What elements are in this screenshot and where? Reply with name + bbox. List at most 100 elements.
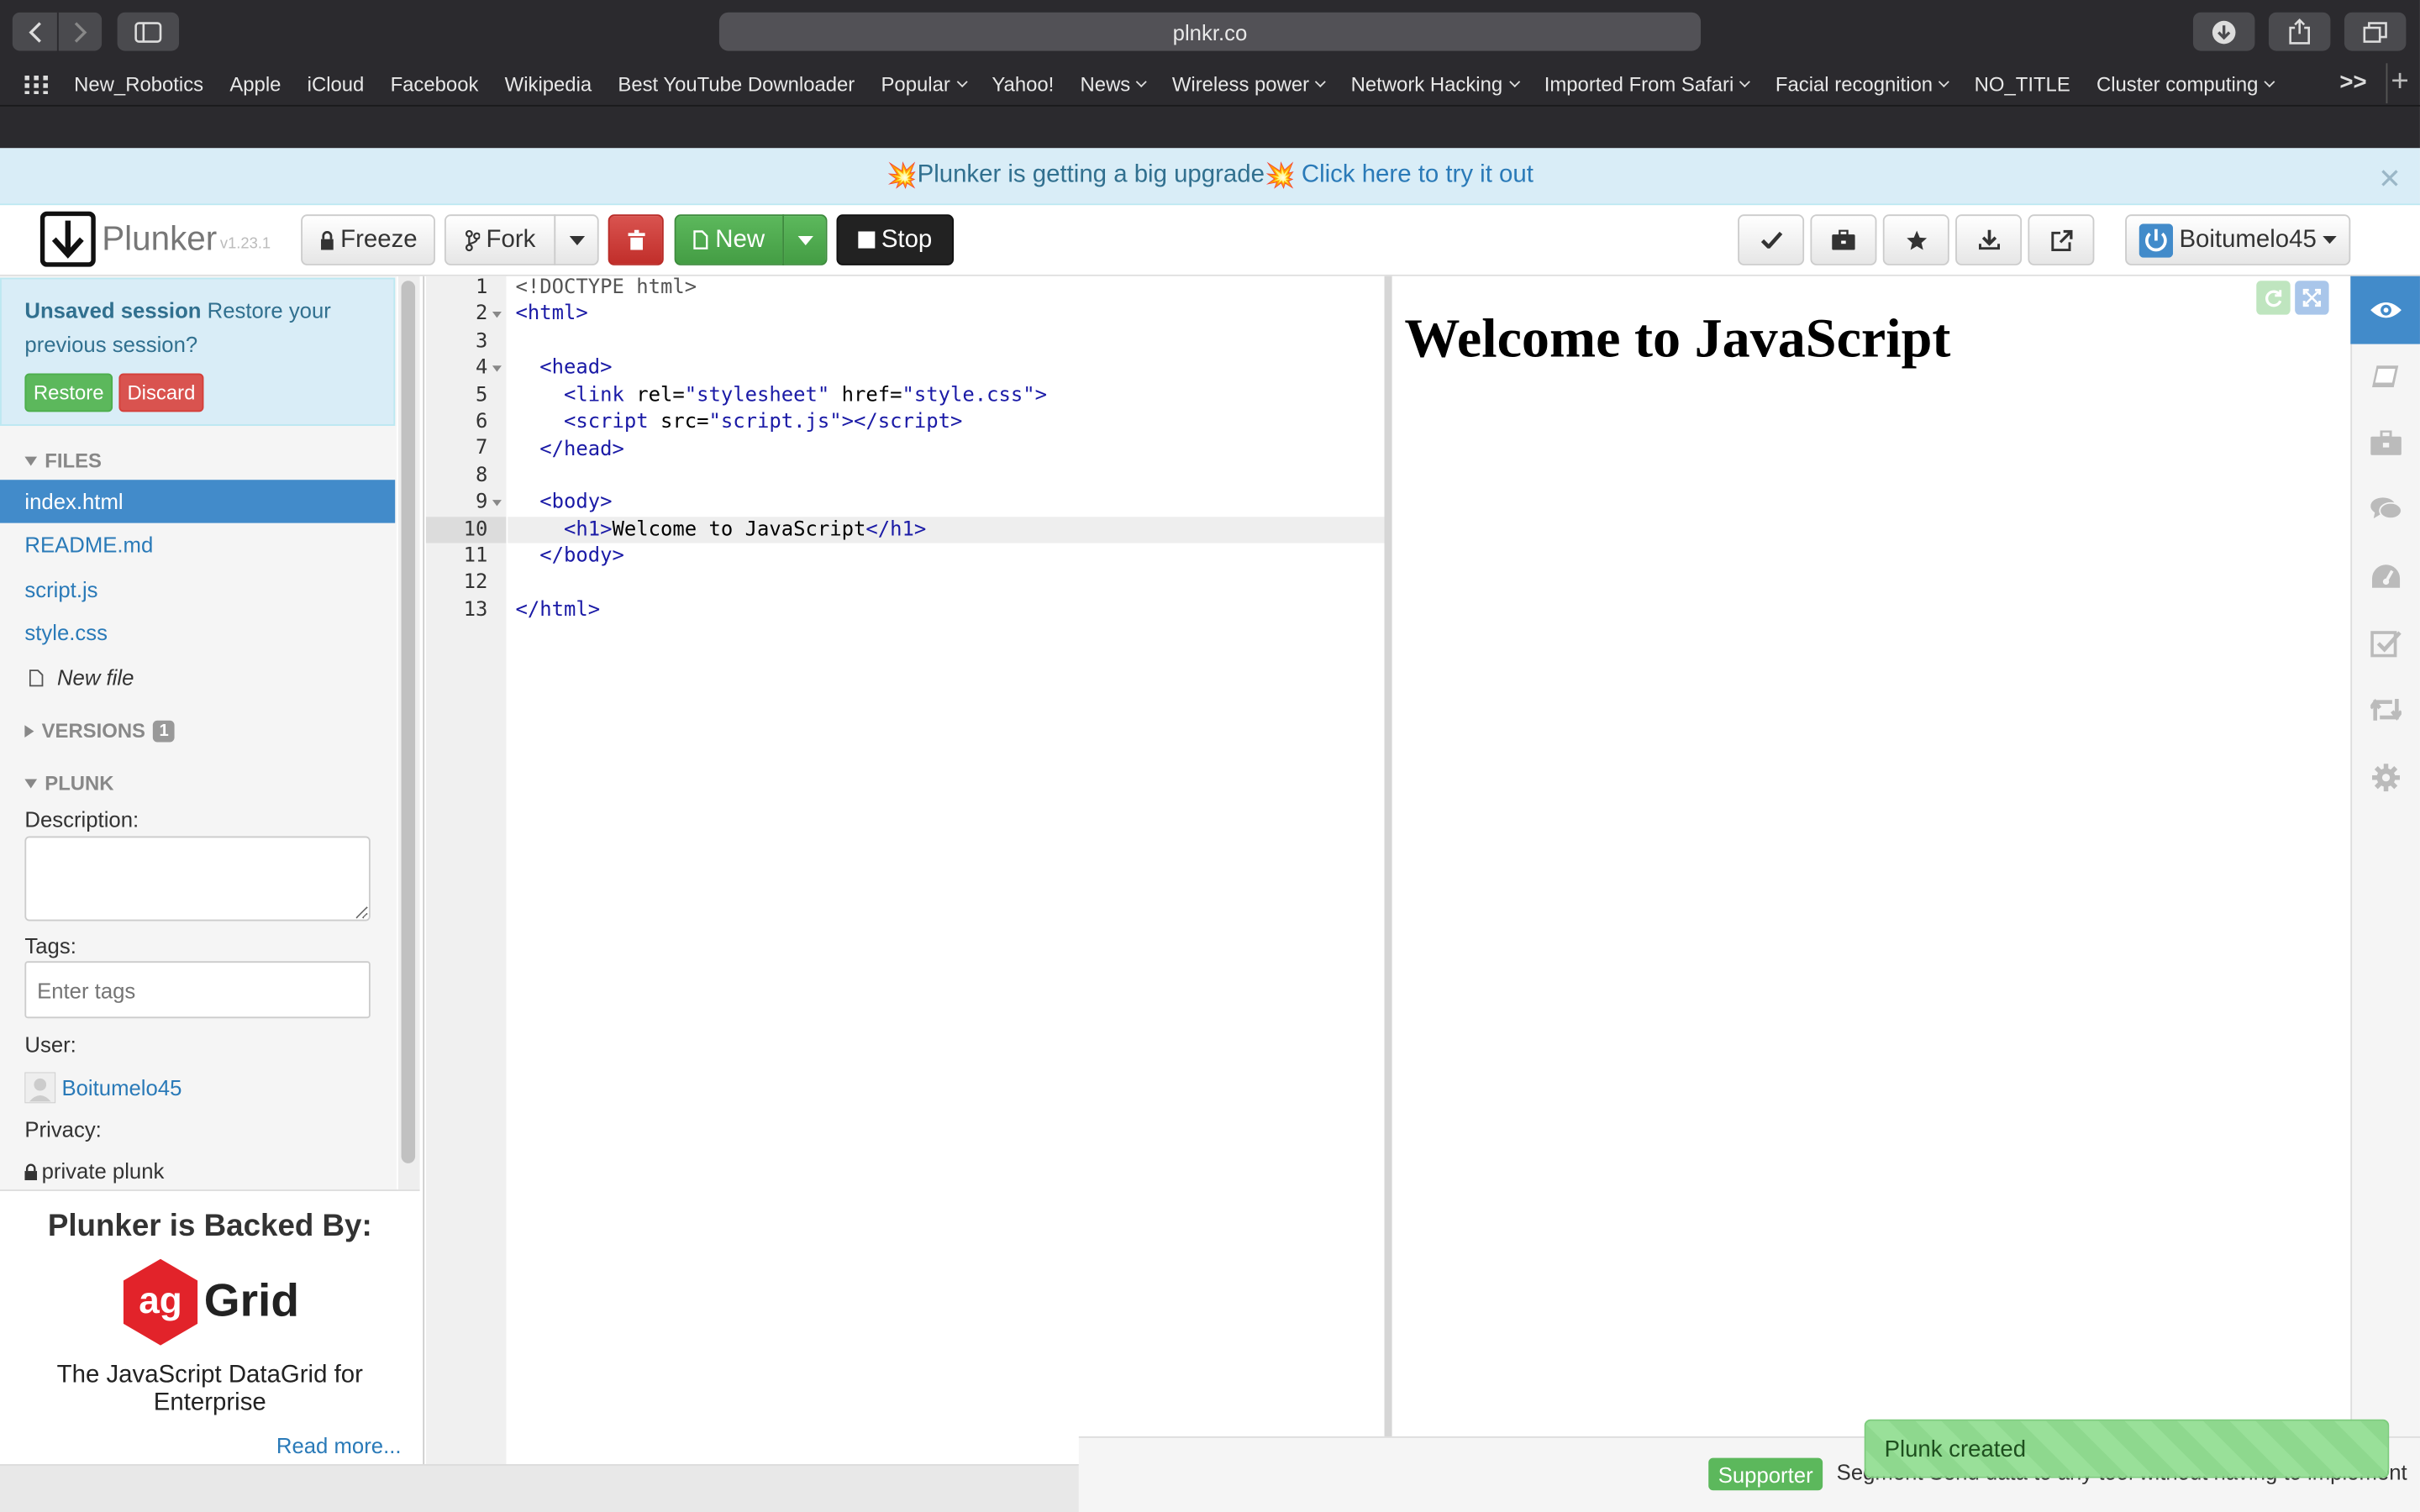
expand-icon (2302, 288, 2322, 307)
code-line: <!DOCTYPE html> (515, 276, 697, 300)
privacy-text: private plunk (41, 1158, 165, 1184)
user-menu-button[interactable]: Boitumelo45 (2125, 214, 2351, 265)
ag-grid-logo[interactable]: ag Grid (0, 1257, 420, 1347)
tabs-overview-button[interactable] (2344, 12, 2407, 51)
forward-button[interactable] (56, 12, 103, 51)
versions-badge: 1 (153, 719, 176, 742)
fold-icon[interactable] (492, 312, 502, 318)
history-panel-tab[interactable] (2350, 675, 2420, 743)
supporter-badge[interactable]: Supporter (1708, 1457, 1823, 1491)
sidebar-toggle-button[interactable] (117, 12, 180, 51)
share-button[interactable] (2268, 12, 2331, 51)
stop-button[interactable]: Stop (836, 214, 955, 265)
tags-input[interactable] (24, 961, 371, 1019)
fork-button[interactable]: Fork (444, 214, 556, 265)
logo-text: Plunker (102, 218, 218, 258)
bookmark-item[interactable]: Popular (881, 72, 968, 96)
chevron-down-icon (1136, 76, 1148, 87)
address-bar[interactable]: plnkr.co (718, 12, 1702, 51)
docs-panel-tab[interactable] (2350, 343, 2420, 411)
sidebar-scroll-thumb[interactable] (401, 281, 416, 1163)
grid-icon[interactable] (24, 75, 49, 94)
restore-button[interactable]: Restore (24, 373, 113, 412)
bookmark-label: Facebook (390, 72, 479, 96)
plunk-section-header[interactable]: PLUNK (24, 771, 114, 795)
file-item-index[interactable]: index.html (0, 480, 396, 523)
dashboard-panel-tab[interactable] (2350, 543, 2420, 612)
discard-button[interactable]: Discard (118, 373, 204, 412)
bookmark-label: Imported From Safari (1544, 72, 1734, 96)
plunk-header-label: PLUNK (45, 771, 114, 795)
chevron-down-icon (2264, 76, 2275, 87)
bookmark-item[interactable]: Facial recognition (1776, 72, 1950, 96)
new-tab-button[interactable]: + (2387, 65, 2412, 100)
save-button[interactable] (1738, 214, 1805, 265)
banner-link[interactable]: Click here to try it out (1302, 162, 1534, 190)
file-item-readme[interactable]: README.md (0, 523, 395, 566)
ag-grid-logo-mark: ag (124, 1258, 198, 1346)
file-item-script[interactable]: script.js (0, 568, 395, 611)
avatar (24, 1072, 56, 1104)
check-square-icon (2370, 631, 2401, 658)
launch-preview-button[interactable] (2028, 214, 2095, 265)
line-number: 11 (463, 544, 488, 568)
code-line: </body> (539, 544, 624, 568)
bookmark-item[interactable]: iCloud (308, 72, 365, 96)
bookmark-item[interactable]: NO_TITLE (1975, 72, 2070, 96)
bookmark-item[interactable]: New_Robotics (74, 72, 203, 96)
close-icon[interactable]: ✕ (2378, 164, 2402, 197)
retweet-icon (2370, 698, 2401, 721)
fold-icon[interactable] (492, 500, 502, 507)
power-icon (2139, 223, 2174, 257)
bookmarks-overflow[interactable]: >> (2339, 70, 2366, 96)
files-header-label: FILES (45, 449, 102, 473)
tasks-panel-tab[interactable] (2350, 609, 2420, 677)
line-number: 12 (463, 571, 488, 595)
description-field[interactable] (24, 836, 371, 921)
unsaved-title: Unsaved session (24, 297, 202, 323)
bookmark-item[interactable]: Cluster computing (2096, 72, 2275, 96)
line-number: 2 (476, 302, 488, 327)
file-item-style[interactable]: style.css (0, 611, 395, 654)
plunker-logo[interactable]: Plunker v1.23.1 (39, 211, 271, 267)
new-dropdown-button[interactable] (782, 214, 828, 265)
freeze-button[interactable]: Freeze (301, 214, 435, 265)
bookmark-item[interactable]: Best YouTube Downloader (618, 72, 855, 96)
privacy-value: private plunk (24, 1158, 165, 1184)
preview-panel-tab[interactable] (2350, 276, 2420, 344)
files-section-header[interactable]: FILES (24, 449, 102, 472)
plunk-created-toast[interactable]: Plunk created (1864, 1419, 2390, 1478)
pane-resizer[interactable] (1384, 276, 1392, 1465)
settings-panel-tab[interactable] (2350, 743, 2420, 811)
star-button[interactable] (1882, 214, 1949, 265)
bookmark-item[interactable]: Wikipedia (505, 72, 592, 96)
delete-button[interactable] (608, 214, 664, 265)
fork-dropdown-button[interactable] (554, 214, 599, 265)
back-button[interactable] (12, 12, 57, 51)
versions-section-header[interactable]: VERSIONS 1 (24, 719, 176, 742)
toolbox-panel-tab[interactable] (2350, 409, 2420, 477)
download-button[interactable] (1955, 214, 2023, 265)
fullscreen-preview-button[interactable] (2295, 281, 2329, 315)
toolbox-button[interactable] (1810, 214, 1877, 265)
new-button[interactable]: New (674, 214, 785, 265)
plunk-user[interactable]: Boitumelo45 (24, 1072, 182, 1104)
caret-down-icon (24, 455, 38, 465)
new-file-button[interactable]: New file (29, 665, 134, 690)
refresh-preview-button[interactable] (2256, 281, 2291, 315)
bookmark-item[interactable]: Imported From Safari (1544, 72, 1751, 96)
fold-icon[interactable] (492, 365, 502, 372)
bookmark-label: NO_TITLE (1974, 72, 2070, 96)
bookmark-item[interactable]: Network Hacking (1350, 72, 1520, 96)
line-number: 9 (476, 491, 488, 514)
read-more-link[interactable]: Read more... (0, 1433, 402, 1457)
bookmark-item[interactable]: Facebook (391, 72, 479, 96)
comments-panel-tab[interactable] (2350, 475, 2420, 543)
bookmark-label: Wireless power (1171, 72, 1310, 96)
downloads-button[interactable] (2192, 12, 2255, 51)
bookmark-item[interactable]: News (1081, 72, 1148, 96)
bookmark-label: Network Hacking (1350, 72, 1503, 96)
bookmark-item[interactable]: Yahoo! (992, 72, 1054, 96)
bookmark-item[interactable]: Wireless power (1171, 72, 1327, 96)
bookmark-item[interactable]: Apple (229, 72, 281, 96)
